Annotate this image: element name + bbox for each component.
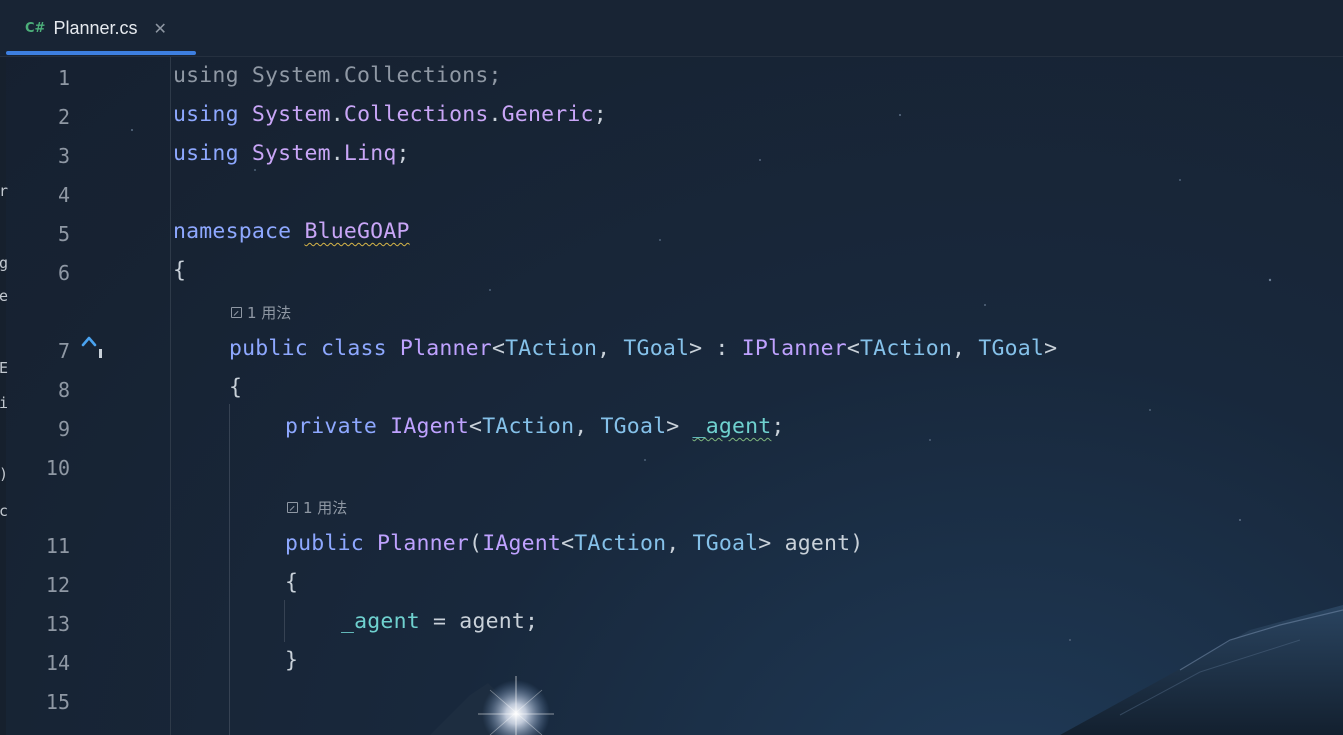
line-number[interactable]: 1	[0, 66, 70, 90]
code-line-12[interactable]: {	[285, 570, 298, 596]
line-number[interactable]: 10	[0, 456, 70, 480]
usage-hint[interactable]: 1 用法	[287, 497, 347, 518]
line-number[interactable]: 15	[0, 690, 70, 714]
code-line-9[interactable]: private IAgent<TAction, TGoal> _agent;	[285, 414, 785, 440]
code-line-13[interactable]: _agent = agent;	[341, 609, 538, 635]
indent-guide	[284, 600, 285, 642]
line-number[interactable]: 11	[0, 534, 70, 558]
code-line-1[interactable]: using System.Collections;	[173, 63, 502, 89]
line-number[interactable]: 8	[0, 378, 70, 402]
line-number[interactable]: 13	[0, 612, 70, 636]
code-line-7[interactable]: public class Planner<TAction, TGoal> : I…	[229, 336, 1057, 362]
external-link-icon	[287, 502, 298, 513]
usage-hint[interactable]: 1 用法	[231, 302, 291, 323]
code-line-3[interactable]: using System.Linq;	[173, 141, 410, 167]
line-number[interactable]: 7	[0, 339, 70, 363]
line-number[interactable]: 2	[0, 105, 70, 129]
code-line-14[interactable]: }	[285, 648, 298, 674]
panel-fragment: e	[0, 287, 9, 305]
tab-title: Planner.cs	[53, 17, 138, 38]
panel-fragment: c	[0, 502, 9, 520]
editor-tab-bar: C# Planner.cs ✕	[0, 0, 1343, 57]
csharp-icon: C#	[25, 20, 46, 36]
line-number[interactable]: 9	[0, 417, 70, 441]
line-number[interactable]: 6	[0, 261, 70, 285]
usage-hint-label: 1 用法	[303, 499, 348, 517]
code-line-8[interactable]: {	[229, 375, 242, 401]
code-line-6[interactable]: {	[173, 258, 186, 284]
usage-hint-label: 1 用法	[247, 304, 292, 322]
line-number[interactable]: 3	[0, 144, 70, 168]
line-number[interactable]: 12	[0, 573, 70, 597]
code-line-11[interactable]: public Planner(IAgent<TAction, TGoal> ag…	[285, 531, 863, 557]
line-number[interactable]: 5	[0, 222, 70, 246]
external-link-icon	[231, 307, 242, 318]
indent-guide	[229, 404, 230, 735]
code-line-2[interactable]: using System.Collections.Generic;	[173, 102, 607, 128]
tab-planner-cs[interactable]: C# Planner.cs ✕	[6, 0, 196, 56]
line-number[interactable]: 4	[0, 183, 70, 207]
line-number[interactable]: 14	[0, 651, 70, 675]
code-line-5[interactable]: namespace BlueGOAP	[173, 219, 410, 245]
close-icon[interactable]: ✕	[154, 19, 167, 38]
gutter-divider	[170, 57, 171, 735]
active-tab-indicator	[6, 51, 196, 55]
implemented-interface-icon[interactable]	[80, 333, 104, 361]
